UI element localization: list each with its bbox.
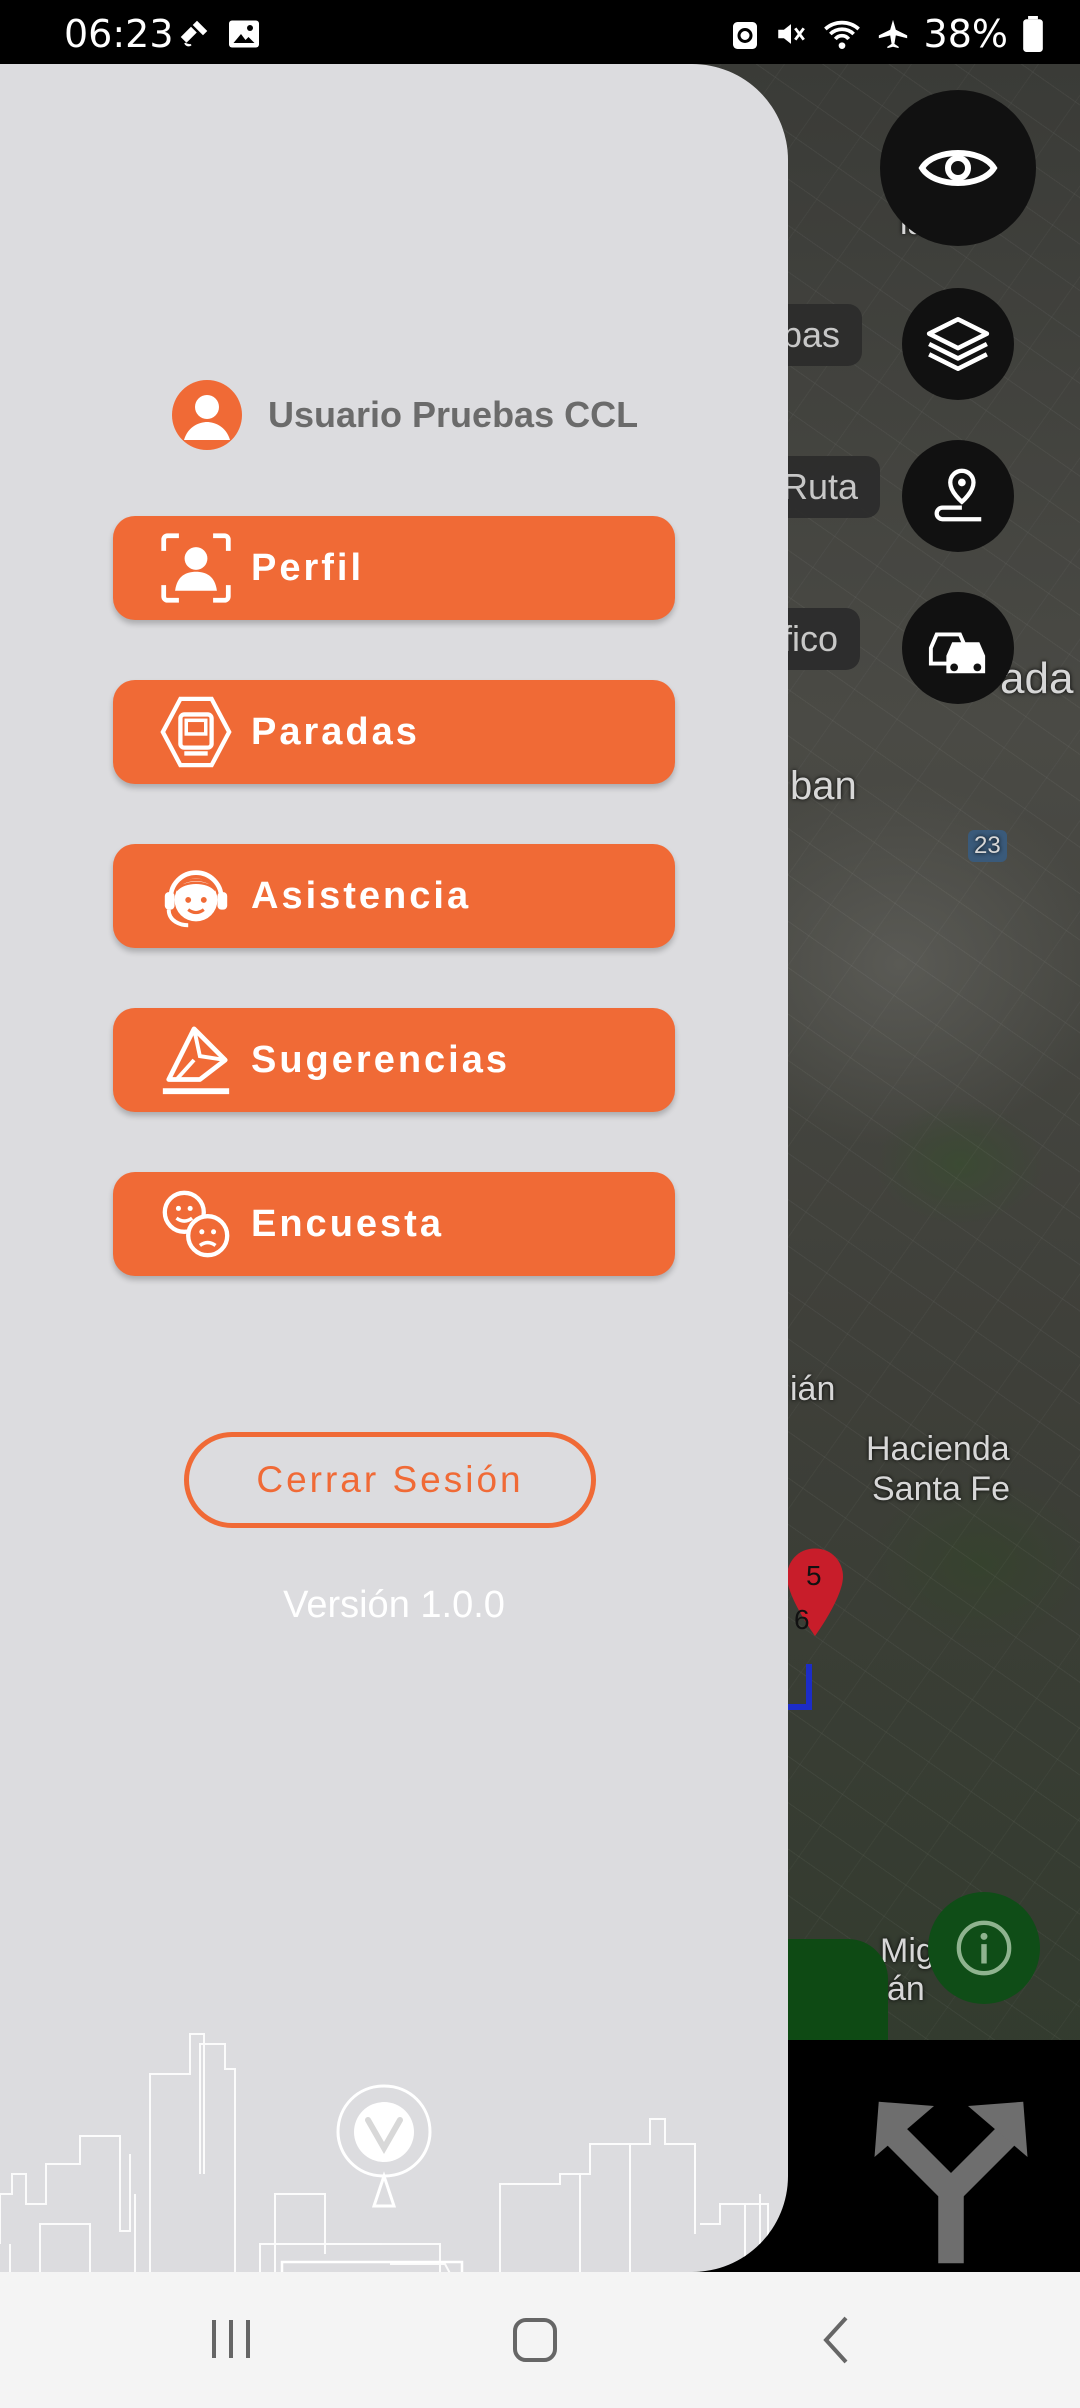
app-version: Versión 1.0.0 (283, 1584, 505, 1626)
navigation-drawer: Usuario Pruebas CCL Perfil Paradas Asist… (0, 64, 788, 2272)
map-label: ban (790, 764, 857, 808)
traffic-icon (928, 632, 986, 674)
menu-button-label: Encuesta (251, 1202, 444, 1245)
image-icon (229, 20, 259, 48)
route-button[interactable] (902, 440, 1014, 552)
battery-percent: 38% (923, 12, 1008, 56)
eye-icon (918, 150, 998, 186)
status-left-icons (176, 16, 262, 52)
stop-marker-number: 6 (794, 1604, 810, 1635)
logout-button[interactable]: Cerrar Sesión (184, 1432, 596, 1528)
layers-icon (926, 316, 990, 372)
menu-button-label: Asistencia (251, 874, 472, 917)
wifi-icon (823, 20, 860, 49)
airplane-icon (878, 19, 907, 49)
satellite-icon (180, 20, 208, 47)
map-label: ián (790, 1370, 836, 1408)
user-avatar-icon (172, 380, 242, 450)
battery-icon (1023, 16, 1043, 52)
survey-faces-icon (153, 1181, 239, 1267)
status-time: 06:23 (64, 12, 174, 56)
status-bar: 06:23 38% (0, 0, 1080, 64)
recycle-icon (732, 22, 757, 49)
system-navigation-bar (0, 2272, 1080, 2408)
user-name: Usuario Pruebas CCL (268, 394, 639, 435)
menu-button-perfil[interactable]: Perfil (113, 516, 675, 620)
menu-button-asistencia[interactable]: Asistencia (113, 844, 675, 948)
menu-button-encuesta[interactable]: Encuesta (113, 1172, 675, 1276)
visibility-button[interactable] (880, 90, 1036, 246)
menu-button-label: Sugerencias (251, 1038, 510, 1081)
menu-button-label: Paradas (251, 710, 420, 753)
layers-button[interactable] (902, 288, 1014, 400)
highway-shield: 23 (968, 830, 1007, 862)
bus-stop-icon (153, 689, 239, 775)
home-icon[interactable] (510, 2316, 560, 2364)
city-skyline-illustration (0, 2033, 769, 2272)
stop-marker-number: 5 (806, 1560, 822, 1591)
status-right-icons: 38% (730, 12, 1044, 56)
map-label: Hacienda (866, 1430, 1010, 1468)
user-header: Usuario Pruebas CCL (172, 380, 638, 450)
support-agent-icon (153, 853, 239, 939)
traffic-button[interactable] (902, 592, 1014, 704)
map-label: Santa Fe (872, 1470, 1010, 1508)
stop-marker[interactable] (780, 1544, 850, 1644)
menu-button-paradas[interactable]: Paradas (113, 680, 675, 784)
route-line (786, 1664, 812, 1710)
route-icon (934, 468, 982, 522)
suggestion-envelope-icon (153, 1017, 239, 1103)
fork-arrow-icon (874, 2101, 1028, 2264)
menu-button-sugerencias[interactable]: Sugerencias (113, 1008, 675, 1112)
profile-icon (153, 525, 239, 611)
mute-icon (777, 24, 805, 44)
info-button[interactable] (928, 1892, 1040, 2004)
recent-apps-icon[interactable] (206, 2316, 256, 2362)
menu-button-label: Perfil (251, 546, 365, 589)
back-icon[interactable] (816, 2314, 856, 2366)
info-icon (956, 1920, 1012, 1976)
